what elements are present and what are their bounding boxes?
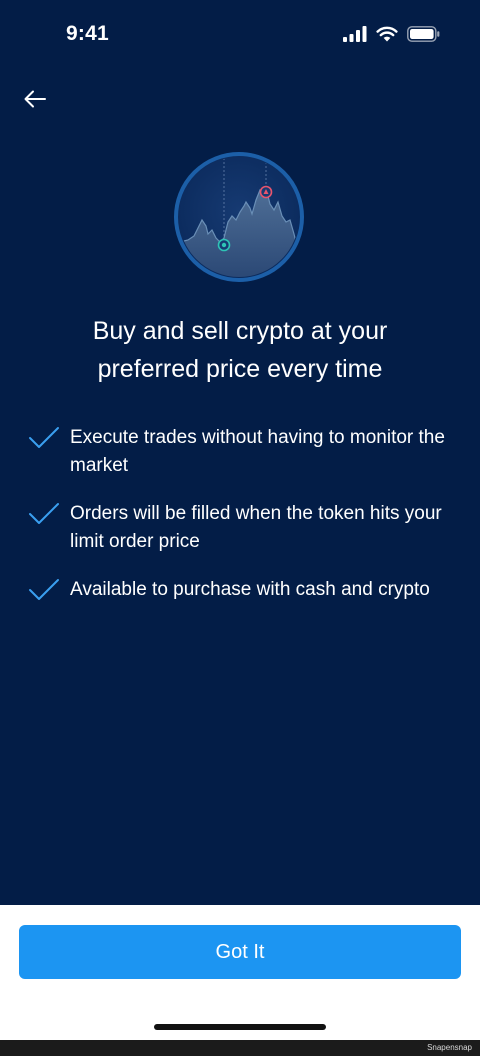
checkmark-icon xyxy=(29,503,59,524)
feature-item: Available to purchase with cash and cryp… xyxy=(28,576,468,604)
got-it-button[interactable]: Got It xyxy=(19,925,461,979)
watermark-bar: Snapensnap xyxy=(0,1040,480,1056)
home-indicator xyxy=(154,1024,326,1030)
feature-item: Orders will be filled when the token hit… xyxy=(28,500,468,556)
checkmark-icon xyxy=(29,579,59,600)
watermark: Snapensnap xyxy=(427,1043,472,1052)
price-chart-illustration xyxy=(172,150,306,284)
feature-item: Execute trades without having to monitor… xyxy=(28,424,468,480)
screen: 9:41 Buy and sell crypto at your preferr… xyxy=(0,0,480,1040)
status-icons xyxy=(343,25,440,47)
bottom-action-bar: Got It xyxy=(0,905,480,1040)
page-title: Buy and sell crypto at your preferred pr… xyxy=(92,317,388,383)
feature-text: Execute trades without having to monitor… xyxy=(70,427,445,476)
feature-list: Execute trades without having to monitor… xyxy=(28,424,468,624)
checkmark-icon xyxy=(29,427,59,448)
feature-text: Available to purchase with cash and cryp… xyxy=(70,579,430,600)
back-button[interactable] xyxy=(18,84,52,114)
arrow-left-icon xyxy=(24,90,46,108)
wifi-icon xyxy=(376,26,398,47)
feature-text: Orders will be filled when the token hit… xyxy=(70,503,442,552)
content-panel: 9:41 Buy and sell crypto at your preferr… xyxy=(0,0,480,905)
cellular-signal-icon xyxy=(343,25,367,47)
status-time: 9:41 xyxy=(66,22,109,45)
battery-icon xyxy=(407,25,440,47)
